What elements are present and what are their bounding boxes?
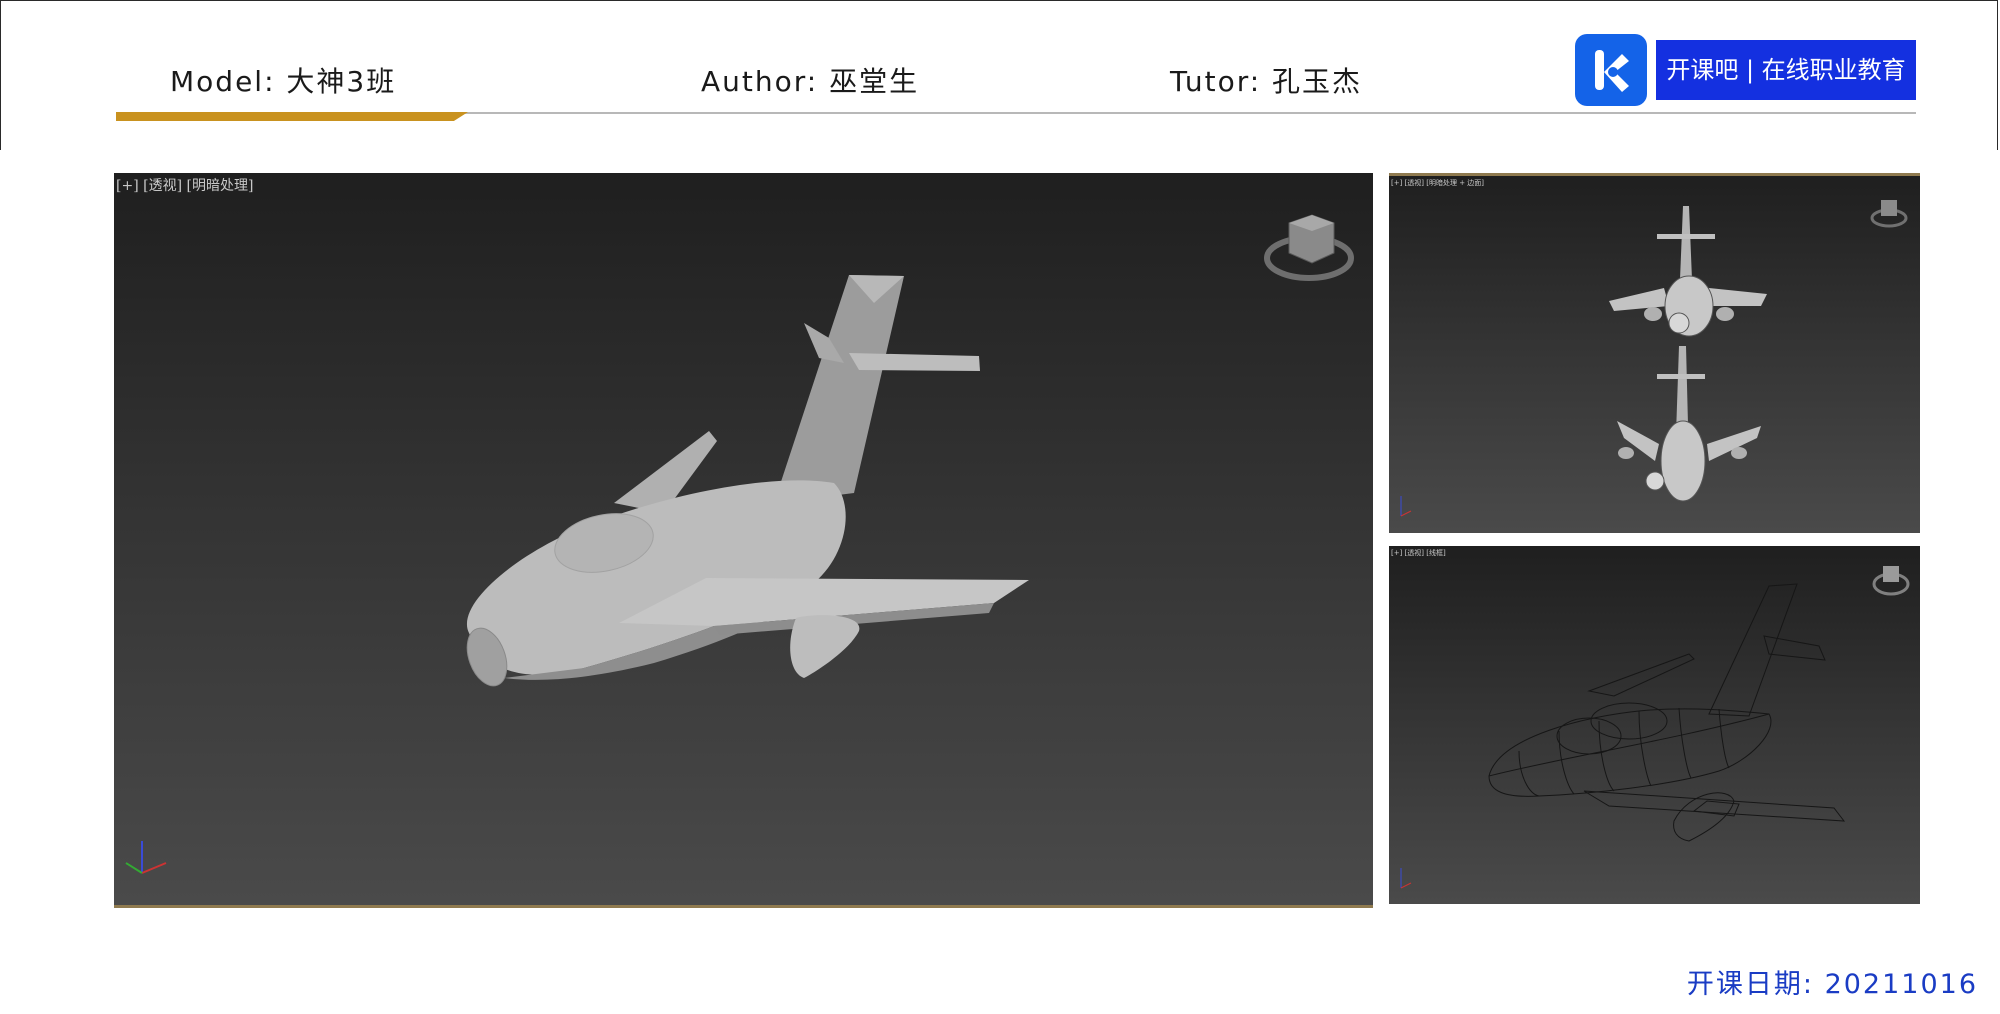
- model-label: Model: 大神3班: [170, 65, 397, 98]
- axis-gizmo-icon: [1400, 868, 1412, 889]
- perspective-viewport-main[interactable]: [+] [透视] [明暗处理]: [114, 173, 1373, 908]
- axis-gizmo-icon: [1400, 496, 1412, 517]
- jet-model-rear-edged[interactable]: [1617, 346, 1761, 502]
- jet-model-wireframe[interactable]: [1488, 583, 1846, 842]
- header-accent-bar: [116, 112, 468, 121]
- brand-banner: 开课吧 | 在线职业教育: [1656, 40, 1916, 100]
- jet-model-shaded[interactable]: [460, 275, 1029, 691]
- axis-gizmo-icon: [125, 841, 167, 874]
- viewcube-icon[interactable]: [1870, 200, 1908, 228]
- course-date: 开课日期: 20211016: [1686, 969, 1978, 1000]
- viewcube-icon[interactable]: [1872, 566, 1910, 596]
- author-label: Author: 巫堂生: [701, 65, 920, 98]
- k-logo-icon: [1575, 34, 1647, 106]
- tutor-label: Tutor: 孔玉杰: [1170, 65, 1363, 98]
- perspective-viewport-edged[interactable]: [+] [透视] [明暗处理 + 边面]: [1389, 173, 1920, 533]
- perspective-viewport-wireframe[interactable]: [+] [透视] [线框]: [1389, 546, 1920, 904]
- jet-model-front-edged[interactable]: [1609, 206, 1767, 337]
- viewcube-icon[interactable]: [1264, 214, 1354, 281]
